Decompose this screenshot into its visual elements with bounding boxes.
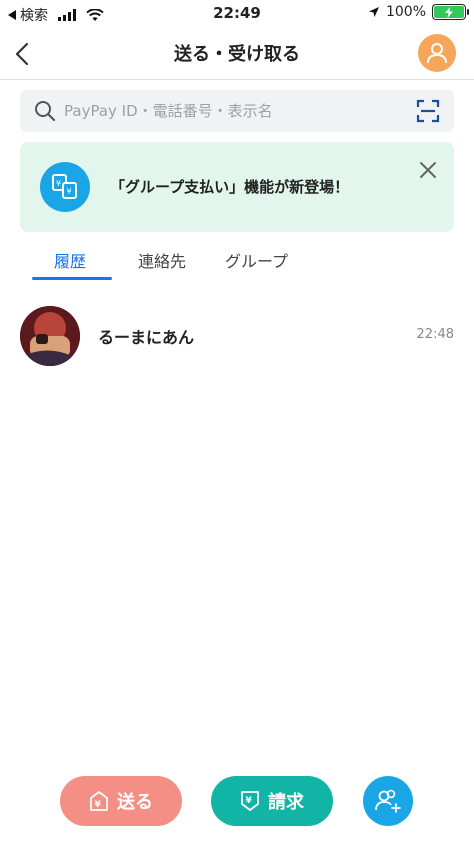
add-friend-button[interactable] — [363, 776, 413, 826]
qr-scan-icon[interactable] — [416, 99, 440, 123]
svg-text:¥: ¥ — [95, 800, 102, 810]
svg-text:¥: ¥ — [56, 179, 61, 188]
status-right: 100% — [368, 4, 469, 20]
tab-group[interactable]: グループ — [225, 248, 288, 272]
profile-avatar-button[interactable] — [418, 34, 456, 72]
active-tab-indicator — [32, 277, 112, 280]
user-icon — [427, 43, 447, 64]
page-title: 送る・受け取る — [174, 44, 300, 65]
location-arrow-icon — [368, 7, 379, 17]
contact-avatar — [20, 306, 80, 366]
banner-text: 「グループ支払い」機能が新登場！ — [110, 178, 350, 196]
app-header: 送る・受け取る — [0, 30, 474, 80]
send-yen-icon: ¥ — [90, 791, 108, 811]
svg-text:¥: ¥ — [246, 796, 253, 806]
search-input[interactable] — [64, 90, 394, 132]
send-label: 送る — [117, 792, 153, 813]
request-yen-icon: ¥ — [241, 791, 259, 811]
request-button[interactable]: ¥ 請求 — [211, 776, 333, 826]
close-icon[interactable] — [418, 160, 438, 180]
contact-name: るーまにあん — [98, 328, 195, 347]
tab-contacts[interactable]: 連絡先 — [138, 248, 186, 272]
charging-bolt-icon — [445, 6, 453, 18]
tab-bar: 履歴 連絡先 グループ — [20, 244, 454, 284]
group-payment-banner[interactable]: ¥ ¥ 「グループ支払い」機能が新登場！ — [20, 142, 454, 232]
tab-history[interactable]: 履歴 — [54, 248, 86, 272]
search-icon — [35, 101, 56, 122]
battery-icon — [432, 4, 469, 20]
svg-text:¥: ¥ — [67, 187, 72, 196]
send-button[interactable]: ¥ 送る — [60, 776, 182, 826]
battery-percent: 100% — [385, 4, 426, 20]
bottom-action-bar: ¥ 送る ¥ 請求 — [0, 770, 474, 830]
split-payment-icon: ¥ ¥ — [40, 162, 90, 212]
request-label: 請求 — [268, 792, 304, 813]
history-list-item[interactable]: るーまにあん 22:48 — [20, 306, 454, 366]
add-user-icon — [375, 789, 401, 813]
status-bar: 検索 22:49 100% — [0, 0, 474, 26]
history-time: 22:48 — [416, 327, 454, 342]
search-bar — [20, 90, 454, 132]
